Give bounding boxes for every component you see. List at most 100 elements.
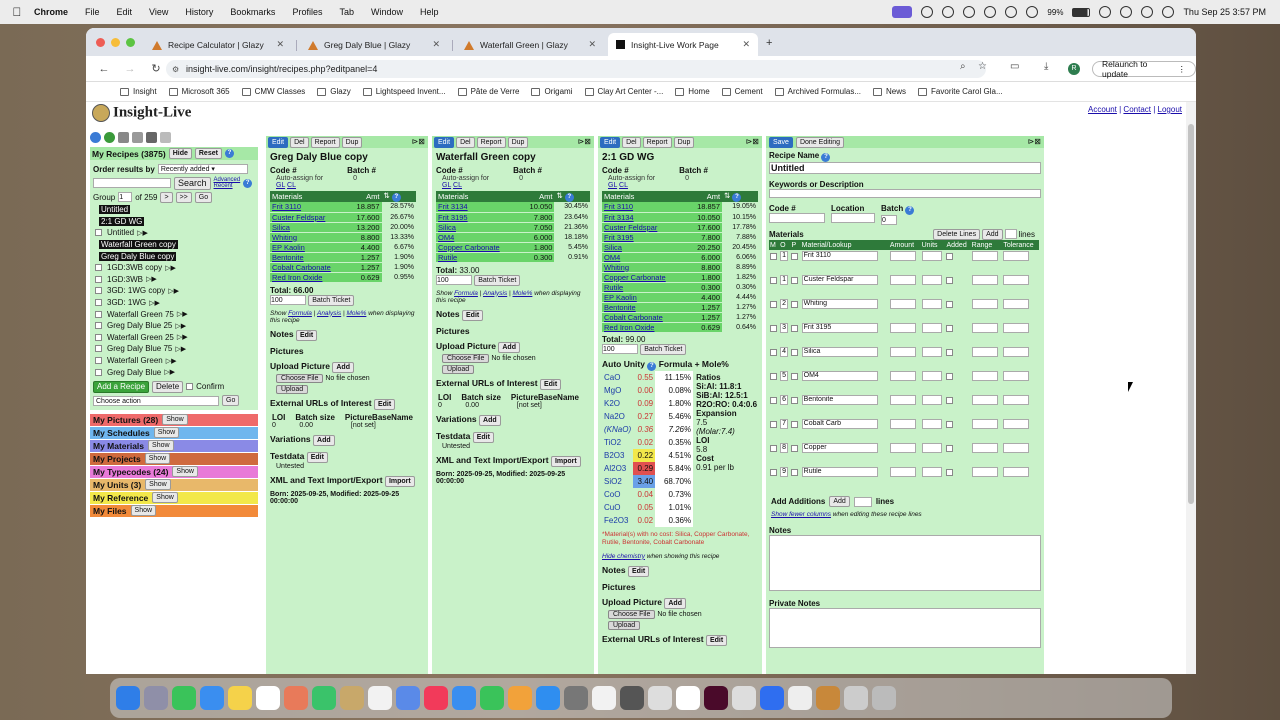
recipe-checkbox[interactable]: [95, 333, 102, 341]
mark-checkbox[interactable]: [770, 445, 777, 452]
recipe-list-item[interactable]: Greg Daly Blue copy: [93, 250, 255, 262]
panel-controls-icon[interactable]: ⊳⊠: [1028, 137, 1041, 146]
range-input[interactable]: [971, 467, 998, 477]
action-select[interactable]: Choose action: [93, 395, 219, 406]
recipe-name[interactable]: Untitled: [107, 228, 134, 237]
keywords-input[interactable]: [769, 189, 1041, 198]
chem-mode[interactable]: Formula + Mole%: [659, 359, 729, 369]
recipe-arrow-icon[interactable]: ▷▶: [165, 264, 176, 272]
volume-icon[interactable]: [1026, 6, 1039, 18]
apple-icon[interactable]: : [0, 5, 34, 19]
bookmark-origami[interactable]: Origami: [531, 87, 573, 96]
bookmark-insight[interactable]: Insight: [120, 87, 157, 96]
range-input[interactable]: [971, 443, 998, 453]
material-lookup-input[interactable]: OM4: [801, 371, 878, 381]
material-name[interactable]: Bentonite: [270, 252, 349, 263]
recipe-arrow-icon[interactable]: ▷▶: [177, 333, 188, 341]
forward-icon[interactable]: →: [122, 63, 138, 75]
material-name[interactable]: Custer Feldspar: [602, 222, 688, 233]
tab-insight-live[interactable]: Insight-Live Work Page ✕: [608, 33, 758, 56]
additions-count-input[interactable]: [853, 496, 872, 507]
notes-edit-button[interactable]: Edit: [628, 565, 650, 577]
amount-input[interactable]: [889, 395, 916, 405]
material-name[interactable]: OM4: [602, 252, 688, 263]
search-input[interactable]: [93, 178, 171, 188]
analysis-link[interactable]: Analysis: [317, 310, 341, 317]
import-button[interactable]: Import: [550, 455, 581, 467]
material-lookup-input[interactable]: Silica: [801, 347, 878, 357]
help-icon[interactable]: ?: [391, 193, 401, 202]
amount-input[interactable]: [889, 419, 916, 429]
bookmark-pate-de-verre[interactable]: Pâte de Verre: [457, 87, 519, 96]
category-my-schedules[interactable]: My Schedules Show: [90, 426, 258, 439]
globe-icon[interactable]: [90, 132, 101, 143]
zoom-icon[interactable]: ⌕: [960, 61, 966, 72]
launchpad-icon[interactable]: [144, 686, 168, 710]
amount-input[interactable]: [889, 347, 916, 357]
system-settings-icon[interactable]: [564, 686, 588, 710]
show-fewer-columns-link[interactable]: Show fewer columns: [771, 511, 831, 518]
close-tab-icon[interactable]: ✕: [276, 39, 284, 50]
material-name[interactable]: Frit 3134: [436, 202, 521, 213]
scrollbar-thumb[interactable]: [1188, 124, 1194, 504]
archive-icon[interactable]: [732, 686, 756, 710]
order-input[interactable]: 2: [780, 299, 789, 309]
minimize-window-icon[interactable]: [111, 38, 120, 47]
recipe-name[interactable]: Waterfall Green 25: [107, 333, 174, 342]
material-name[interactable]: Silica: [270, 222, 349, 233]
menu-edit[interactable]: Edit: [117, 7, 133, 17]
bookmark-microsoft-365[interactable]: Microsoft 365: [168, 87, 230, 96]
mail-icon[interactable]: [200, 686, 224, 710]
downloads-icon[interactable]: [844, 686, 868, 710]
mark-checkbox[interactable]: [770, 325, 777, 332]
help-icon[interactable]: ?: [224, 149, 234, 158]
added-checkbox[interactable]: [946, 421, 954, 428]
material-lookup-input[interactable]: Custer Feldspar: [801, 275, 878, 285]
range-input[interactable]: [971, 275, 998, 285]
recipe-checkbox[interactable]: [95, 322, 102, 330]
recipe-checkbox[interactable]: [95, 345, 102, 353]
recipe-name[interactable]: 3GD: 1WG: [107, 298, 146, 307]
upload-button[interactable]: Upload: [442, 364, 475, 374]
report-button[interactable]: Report: [476, 136, 506, 148]
bookmark-glazy[interactable]: Glazy: [317, 87, 351, 96]
wifi-icon[interactable]: [1099, 6, 1112, 18]
music-icon[interactable]: [424, 686, 448, 710]
amount-input[interactable]: [889, 443, 916, 453]
recipe-arrow-icon[interactable]: ▷▶: [175, 345, 186, 353]
add-picture-button[interactable]: Add: [332, 361, 354, 373]
amount-input[interactable]: [889, 467, 916, 477]
recipe-list-item[interactable]: Waterfall Green 75 ▷▶: [93, 308, 255, 320]
bookmark-home[interactable]: Home: [675, 87, 710, 96]
material-name[interactable]: Bentonite: [602, 302, 688, 313]
add-additions-button[interactable]: Add: [829, 496, 850, 507]
notes-textarea[interactable]: [769, 535, 1041, 591]
category-show-button[interactable]: Show: [162, 414, 188, 426]
photos-icon[interactable]: [284, 686, 308, 710]
recipe-name[interactable]: 1GD:3WB copy: [107, 263, 162, 272]
order-input[interactable]: 4: [780, 347, 789, 357]
numbers-icon[interactable]: [480, 686, 504, 710]
amount-input[interactable]: [889, 371, 916, 381]
messages-icon[interactable]: [172, 686, 196, 710]
category-show-button[interactable]: Show: [148, 440, 174, 452]
logout-link[interactable]: Logout: [1158, 105, 1182, 114]
bookmark-cement[interactable]: Cement: [721, 87, 763, 96]
category-show-button[interactable]: Show: [130, 505, 157, 517]
menu-app[interactable]: Chrome: [34, 7, 68, 17]
add-picture-button[interactable]: Add: [498, 341, 520, 353]
mark-checkbox[interactable]: [770, 253, 777, 260]
action-go-button[interactable]: Go: [222, 395, 240, 407]
chrome-icon[interactable]: [592, 686, 616, 710]
material-name[interactable]: Rutile: [602, 282, 688, 293]
upload-button[interactable]: Upload: [608, 620, 641, 630]
choose-file-button[interactable]: Choose File: [276, 373, 324, 383]
contact-link[interactable]: Contact: [1123, 105, 1151, 114]
material-name[interactable]: Cobalt Carbonate: [602, 312, 688, 323]
range-input[interactable]: [971, 419, 998, 429]
help-icon[interactable]: ?: [905, 206, 915, 215]
recipe-checkbox[interactable]: [95, 299, 102, 307]
notes-icon[interactable]: [228, 686, 252, 710]
tab-waterfall-green[interactable]: Waterfall Green | Glazy ✕: [456, 33, 604, 56]
recipe-name[interactable]: Greg Daly Blue 75: [107, 344, 172, 353]
